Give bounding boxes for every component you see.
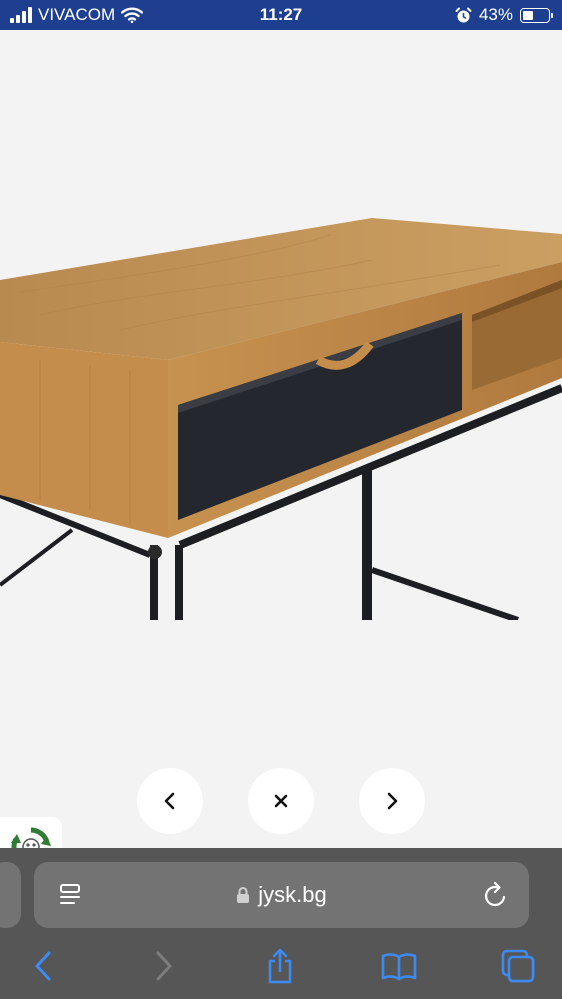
previous-image-button[interactable] [137, 768, 203, 834]
tabs-button[interactable] [496, 944, 540, 988]
share-button[interactable] [258, 944, 302, 988]
lock-icon [237, 887, 250, 903]
back-button[interactable] [21, 944, 65, 988]
reload-icon[interactable] [483, 881, 509, 909]
battery-percent: 43% [478, 5, 513, 24]
image-viewer [0, 30, 562, 877]
address-bar[interactable]: jysk.bg [34, 862, 529, 928]
alarm-icon [455, 7, 472, 22]
close-viewer-button[interactable] [248, 768, 314, 834]
bottom-toolbar [0, 944, 562, 988]
domain-text: jysk.bg [258, 882, 327, 907]
product-photo [0, 218, 562, 620]
url-display[interactable]: jysk.bg [34, 882, 529, 908]
back-icon [35, 951, 51, 981]
tabs-icon [501, 949, 535, 983]
bookmarks-button[interactable] [377, 944, 421, 988]
battery-icon [520, 7, 553, 23]
chevron-right-icon [387, 792, 398, 810]
forward-icon [156, 951, 172, 981]
bookmarks-icon [381, 953, 417, 981]
forward-button[interactable] [142, 944, 186, 988]
previous-tab-preview[interactable] [0, 862, 21, 928]
close-icon [274, 794, 288, 808]
status-right: 43% [455, 5, 553, 25]
status-bar: VIVACOM 11:27 43% [0, 0, 562, 30]
next-image-button[interactable] [359, 768, 425, 834]
chevron-left-icon [164, 792, 175, 810]
browser-toolbar: jysk.bg [0, 848, 562, 999]
share-icon [268, 948, 292, 984]
